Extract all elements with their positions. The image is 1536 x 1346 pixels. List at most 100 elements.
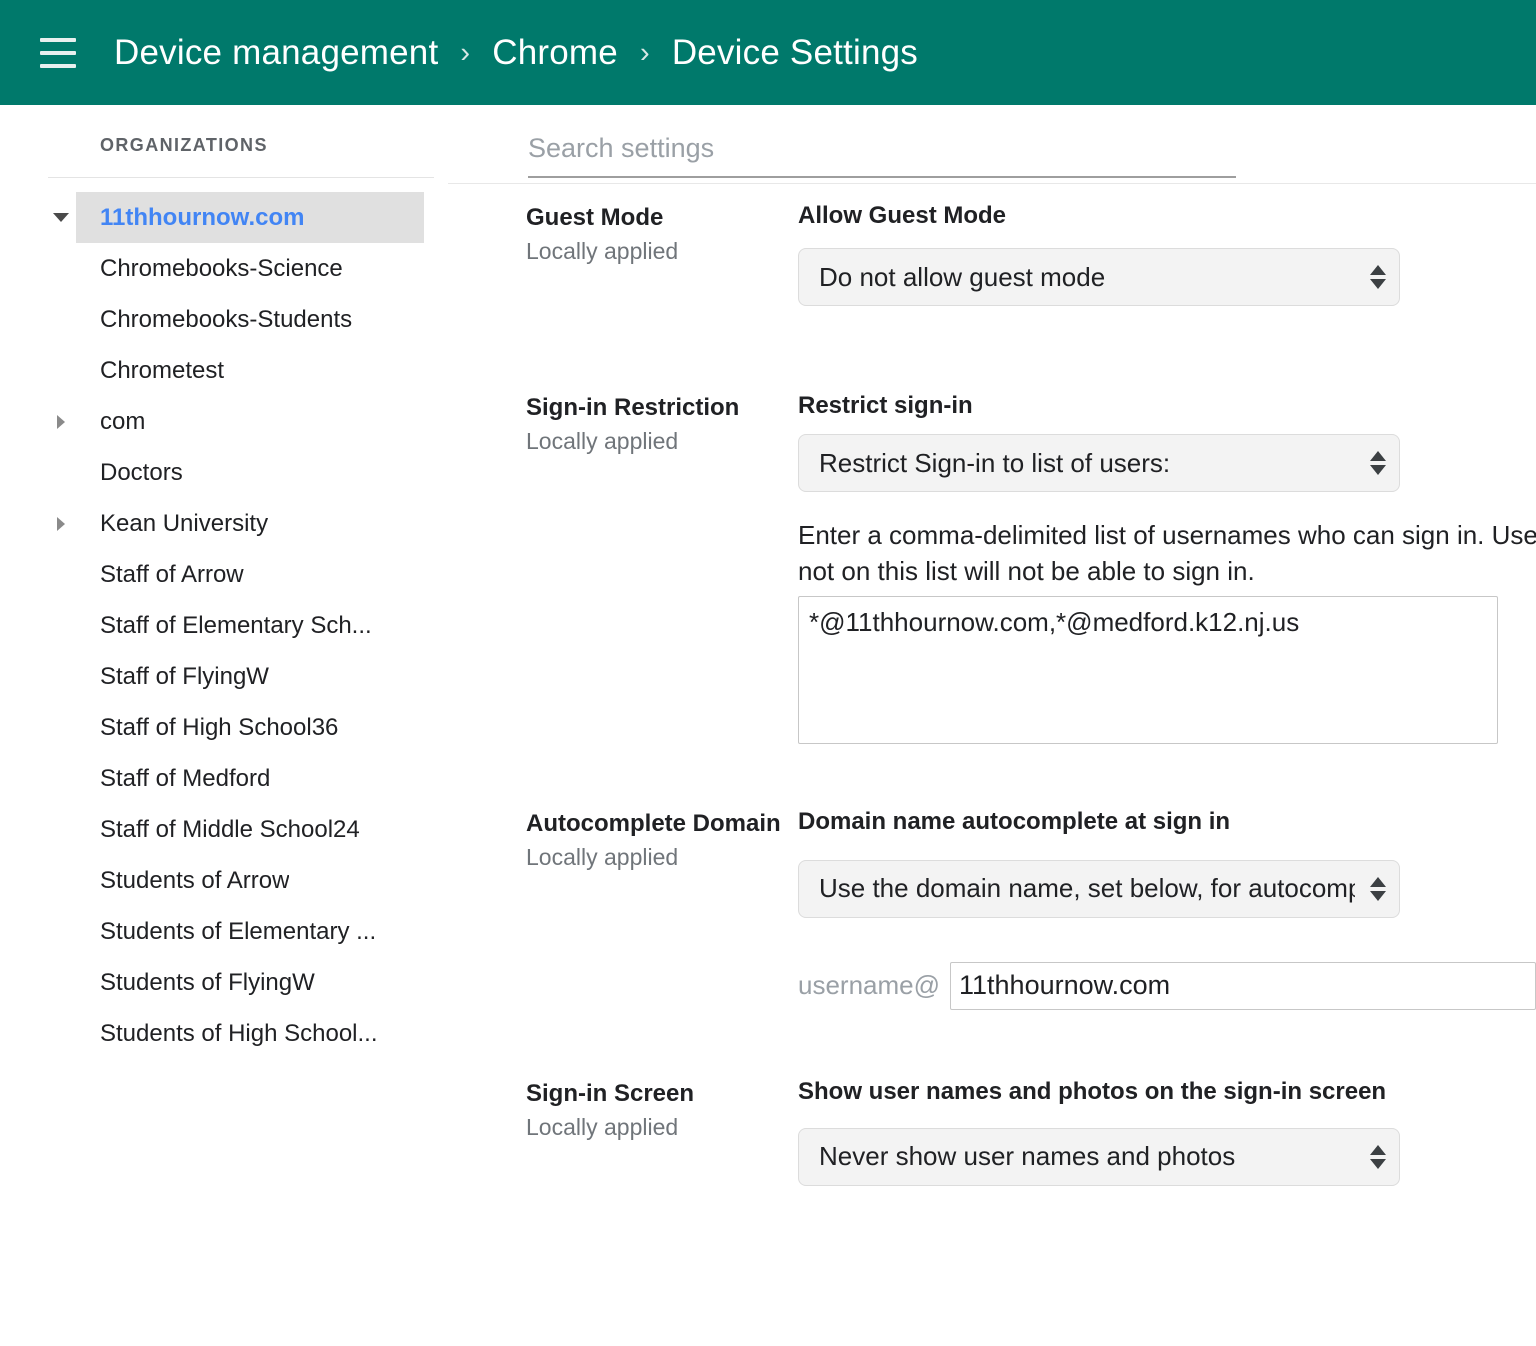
autocomplete-domain-input[interactable] bbox=[950, 961, 1536, 1010]
hamburger-menu-icon[interactable] bbox=[40, 37, 76, 68]
allow-guest-mode-select[interactable]: Do not allow guest mode bbox=[798, 248, 1400, 306]
sidebar-item-staff-of-arrow[interactable]: Staff of Arrow bbox=[0, 549, 448, 600]
domain-autocomplete-select[interactable]: Use the domain name, set below, for auto… bbox=[798, 859, 1400, 918]
hamburger-line bbox=[40, 63, 76, 68]
sidebar-item-row[interactable]: Kean University bbox=[76, 498, 448, 549]
allow-guest-mode-value: Do not allow guest mode bbox=[819, 261, 1106, 292]
breadcrumb-item-device-settings[interactable]: Device Settings bbox=[672, 33, 918, 73]
sidebar-item-label: 11thhournow.com bbox=[100, 203, 305, 231]
sidebar-item-row[interactable]: Students of High School... bbox=[76, 1008, 448, 1059]
app-bar: Device management › Chrome › Device Sett… bbox=[0, 0, 1536, 105]
allow-guest-mode-select-wrap: Do not allow guest mode bbox=[798, 248, 1400, 306]
section-signin-restriction: Sign-in Restriction Locally applied Rest… bbox=[448, 390, 1536, 744]
sidebar-item-staff-of-medford[interactable]: Staff of Medford bbox=[0, 753, 448, 804]
sidebar-item-com[interactable]: com bbox=[0, 396, 448, 447]
search-settings-input[interactable] bbox=[528, 129, 1236, 178]
sidebar-item-staff-of-high-school36[interactable]: Staff of High School36 bbox=[0, 702, 448, 753]
sidebar-item-label: Staff of High School36 bbox=[100, 713, 339, 741]
organizations-sidebar: ORGANIZATIONS 11thhournow.com Chromebooks… bbox=[0, 105, 448, 1346]
organizations-list: 11thhournow.com Chromebooks-Science Chrome… bbox=[0, 192, 448, 1059]
sidebar-item-row[interactable]: Chromebooks-Science bbox=[76, 243, 448, 294]
section-signin-screen: Sign-in Screen Locally applied Show user… bbox=[448, 1076, 1536, 1186]
chevron-right-icon: › bbox=[639, 37, 650, 69]
settings-main-panel: Guest Mode Locally applied Allow Guest M… bbox=[448, 105, 1536, 1346]
triangle-right bbox=[57, 516, 65, 531]
page-body: ORGANIZATIONS 11thhournow.com Chromebooks… bbox=[0, 105, 1536, 1346]
sidebar-item-row[interactable]: Students of Arrow bbox=[76, 855, 448, 906]
restrict-signin-description: Enter a comma-delimited list of username… bbox=[798, 520, 1536, 586]
sidebar-item-label: Staff of Elementary Sch... bbox=[100, 611, 372, 639]
sidebar-item-row[interactable]: Chromebooks-Students bbox=[76, 294, 448, 345]
chevron-right-icon[interactable] bbox=[48, 414, 74, 429]
domain-name-row: username@ bbox=[798, 961, 1536, 1010]
section-autocomplete-domain-left: Autocomplete Domain Locally applied bbox=[448, 806, 798, 871]
sidebar-item-students-of-arrow[interactable]: Students of Arrow bbox=[0, 855, 448, 906]
sidebar-item-row[interactable]: Students of Elementary ... bbox=[76, 906, 448, 957]
sidebar-item-kean-university[interactable]: Kean University bbox=[0, 498, 448, 549]
section-title: Sign-in Screen bbox=[526, 1079, 695, 1107]
sidebar-item-students-of-elementary[interactable]: Students of Elementary ... bbox=[0, 906, 448, 957]
allow-guest-mode-label: Allow Guest Mode bbox=[798, 202, 1007, 229]
sidebar-item-label: Students of FlyingW bbox=[100, 968, 315, 996]
sidebar-item-students-of-high-school[interactable]: Students of High School... bbox=[0, 1008, 448, 1059]
sidebar-item-row[interactable]: Doctors bbox=[76, 447, 448, 498]
sidebar-item-students-of-flyingw[interactable]: Students of FlyingW bbox=[0, 957, 448, 1008]
sidebar-item-label: Kean University bbox=[100, 509, 269, 537]
section-signin-screen-right: Show user names and photos on the sign-i… bbox=[798, 1076, 1536, 1186]
show-user-names-select[interactable]: Never show user names and photos bbox=[798, 1127, 1400, 1186]
triangle-right bbox=[57, 414, 65, 429]
section-guest-mode-right: Allow Guest Mode Do not allow guest mode bbox=[798, 200, 1536, 306]
sidebar-divider bbox=[48, 177, 434, 178]
section-signin-restriction-right: Restrict sign-in Restrict Sign-in to lis… bbox=[798, 390, 1536, 744]
organizations-heading: ORGANIZATIONS bbox=[100, 135, 268, 155]
sidebar-item-row[interactable]: Staff of Middle School24 bbox=[76, 804, 448, 855]
sidebar-item-row[interactable]: Staff of FlyingW bbox=[76, 651, 448, 702]
sidebar-item-label: Staff of Arrow bbox=[100, 560, 244, 588]
restrict-signin-value: Restrict Sign-in to list of users: bbox=[819, 447, 1171, 478]
sidebar-item-row[interactable]: Staff of High School36 bbox=[76, 702, 448, 753]
sidebar-item-label: Students of Arrow bbox=[100, 866, 290, 894]
sidebar-item-row[interactable]: Staff of Medford bbox=[76, 753, 448, 804]
sidebar-item-11thhournow-com[interactable]: 11thhournow.com bbox=[0, 192, 448, 243]
sidebar-item-row[interactable]: 11thhournow.com bbox=[76, 192, 424, 243]
sidebar-item-row[interactable]: Staff of Arrow bbox=[76, 549, 448, 600]
section-signin-restriction-left: Sign-in Restriction Locally applied bbox=[448, 390, 798, 455]
section-title: Autocomplete Domain bbox=[526, 809, 781, 837]
domain-autocomplete-value: Use the domain name, set below, for auto… bbox=[819, 873, 1355, 904]
section-autocomplete-domain-right: Domain name autocomplete at sign in Use … bbox=[798, 806, 1536, 1010]
search-settings-wrap bbox=[448, 105, 1536, 178]
section-subtitle: Locally applied bbox=[526, 1113, 679, 1140]
sidebar-item-doctors[interactable]: Doctors bbox=[0, 447, 448, 498]
sidebar-item-chrometest[interactable]: Chrometest bbox=[0, 345, 448, 396]
domain-autocomplete-label: Domain name autocomplete at sign in bbox=[798, 807, 1231, 835]
show-user-names-select-wrap: Never show user names and photos bbox=[798, 1127, 1400, 1186]
section-title: Guest Mode bbox=[526, 204, 664, 231]
sidebar-item-label: Staff of Medford bbox=[100, 764, 271, 792]
sidebar-item-label: Doctors bbox=[100, 458, 183, 486]
sidebar-item-row[interactable]: Students of FlyingW bbox=[76, 957, 448, 1008]
section-guest-mode: Guest Mode Locally applied Allow Guest M… bbox=[448, 200, 1536, 306]
main-top-divider bbox=[448, 183, 1536, 184]
sidebar-item-chromebooks-students[interactable]: Chromebooks-Students bbox=[0, 294, 448, 345]
sidebar-item-staff-of-elementary-sch[interactable]: Staff of Elementary Sch... bbox=[0, 600, 448, 651]
sidebar-item-label: Students of Elementary ... bbox=[100, 917, 377, 945]
sidebar-item-chromebooks-science[interactable]: Chromebooks-Science bbox=[0, 243, 448, 294]
sidebar-item-row[interactable]: Staff of Elementary Sch... bbox=[76, 600, 448, 651]
sidebar-item-row[interactable]: Chrometest bbox=[76, 345, 448, 396]
sidebar-item-label: Chrometest bbox=[100, 356, 225, 384]
breadcrumb-item-chrome[interactable]: Chrome bbox=[492, 33, 618, 73]
sidebar-item-row[interactable]: com bbox=[76, 396, 448, 447]
chevron-down-icon[interactable] bbox=[48, 213, 74, 222]
section-subtitle: Locally applied bbox=[526, 428, 679, 454]
sidebar-item-staff-of-flyingw[interactable]: Staff of FlyingW bbox=[0, 651, 448, 702]
restrict-signin-select[interactable]: Restrict Sign-in to list of users: bbox=[798, 434, 1400, 492]
sidebar-item-label: Chromebooks-Science bbox=[100, 254, 343, 282]
hamburger-line bbox=[40, 37, 76, 42]
sidebar-item-staff-of-middle-school24[interactable]: Staff of Middle School24 bbox=[0, 804, 448, 855]
breadcrumb-item-device-management[interactable]: Device management bbox=[114, 33, 438, 73]
sidebar-item-label: com bbox=[100, 407, 146, 435]
chevron-right-icon[interactable] bbox=[48, 516, 74, 531]
signin-allowlist-textarea[interactable] bbox=[798, 595, 1498, 744]
restrict-signin-label: Restrict sign-in bbox=[798, 392, 973, 419]
show-user-names-value: Never show user names and photos bbox=[819, 1141, 1236, 1172]
